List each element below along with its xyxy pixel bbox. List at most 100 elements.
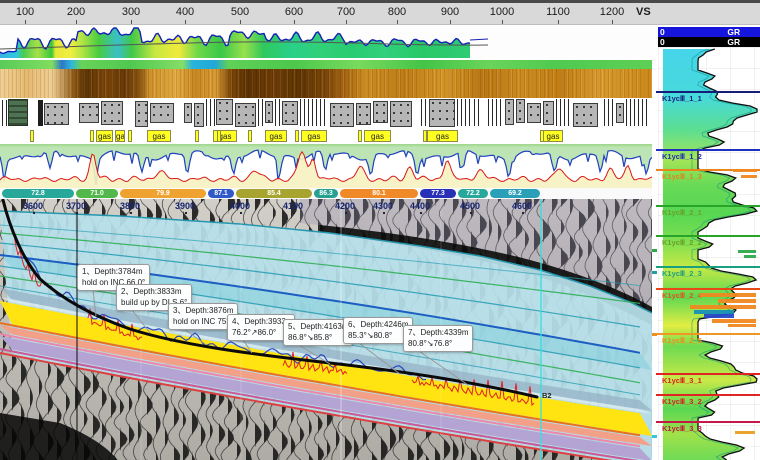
gas-tick [128,130,132,142]
gr-scale-min: 0 [660,27,665,37]
interval-segment: 71.0 [76,189,118,198]
formation-top-line [656,205,760,207]
panel-value-bar [733,169,757,172]
panel-value-bar [728,324,756,327]
lith-block-sand [150,103,174,123]
lith-column [206,99,215,126]
lith-column [626,99,648,126]
interval-segment: 77.3 [420,189,456,198]
interval-segment: 86.3 [314,189,338,198]
annotation-line1: 1、Depth:3784m [82,267,145,278]
lith-column [474,99,480,126]
gas-label: gas [265,130,287,142]
gas-tick [90,130,94,142]
formation-top-label: K1ycⅢ_2_3 [662,269,702,278]
well-correlation-app: VS 1002003004005006007008009001000110012… [0,0,760,460]
color-band-track [0,60,652,69]
annotation-line1: 7、Depth:4339m [408,328,468,339]
interval-segment: 72.2 [458,189,488,198]
lith-block-sand [184,103,192,123]
seismic-section-view[interactable]: 3500360037003800390040004100420043004400… [0,199,652,460]
lith-block-sand [573,103,598,127]
gas-tick [248,130,252,142]
lith-block-green [8,99,28,126]
seismic-depth-tick [345,212,347,214]
seismic-depth-label: 4200 [335,201,355,211]
ruler-tick: 1100 [546,6,570,18]
lith-block-sand [543,101,554,125]
seismic-depth-tick [130,212,132,214]
type-well-panel[interactable]: 0 GR 0 GR K1ycⅢ_1_1K1ycⅢ_1_2K1ycⅢ_1_3K1y… [652,25,760,460]
seismic-depth-label: 3900 [175,201,195,211]
gutter-tick [652,271,657,274]
formation-top-label: K1ycⅢ_1_2 [662,152,702,161]
ruler-tick-mark [240,20,241,24]
annotation-line2: hold on INC 75° [173,317,233,328]
interval-value-bar[interactable]: 72.871.079.987.185.486.380.177.372.269.2 [0,188,652,199]
seismic-depth-label: 4400 [410,201,430,211]
seismic-depth-label: 4300 [373,201,393,211]
panel-value-bar [735,431,755,434]
vs-ruler[interactable]: VS 1002003004005006007008009001000110012… [0,3,760,25]
annotation-line2: 80.8°↘76.8° [408,339,468,350]
formation-top-line [656,373,760,375]
formation-top-line [656,91,760,93]
ruler-tick-mark [346,20,347,24]
lith-column [275,99,281,126]
ruler-tick: 700 [337,6,355,18]
seismic-depth-label: 4000 [230,201,250,211]
ruler-tick: 900 [441,6,459,18]
ruler-tick: 800 [388,6,406,18]
gas-show-track[interactable]: gasgasgasgasgasgasgasgasgas [0,128,652,145]
lith-block-sand [616,103,624,123]
interval-segment: 72.8 [2,189,74,198]
gas-tick [295,130,299,142]
seismic-depth-tick [185,212,187,214]
ruler-tick: 1200 [600,6,624,18]
gas-label: gas [543,130,563,142]
curves-track-svg [0,147,652,188]
ruler-tick: 200 [67,6,85,18]
gr-header-black[interactable]: 0 GR [658,37,760,47]
lith-column-dark [38,100,43,126]
ruler-tick: 400 [176,6,194,18]
annotation-line2: 76.2°↗86.0° [232,328,290,339]
seismic-depth-tick [383,212,385,214]
ruler-tick-mark [612,20,613,24]
annotation-line2: 85.3°↘80.8° [348,331,408,342]
ruler-tick-mark [397,20,398,24]
lith-block-sand [44,103,69,125]
annotation-line1: 3、Depth:3876m [173,306,233,317]
formation-top-line [656,149,760,151]
gas-label: gas [364,130,391,142]
panel-value-bar [712,319,756,323]
formation-top-line [656,288,760,290]
ruler-tick-mark [76,20,77,24]
lith-column [300,99,325,126]
gr-header-blue[interactable]: 0 GR [658,27,760,37]
seismic-depth-label: 3700 [66,201,86,211]
lith-column [2,100,7,126]
seismic-depth-tick [293,212,295,214]
ruler-tick-mark [558,20,559,24]
lith-column [457,99,473,126]
formation-top-label: K1ycⅢ_3_2 [662,397,702,406]
interval-segment: 69.2 [490,189,540,198]
lith-column [604,99,615,126]
lithology-track[interactable] [0,98,652,128]
formation-top-label: K1ycⅢ_2_5 [662,336,702,345]
annotation-line1: 5、Depth:4163m [288,322,348,333]
formation-top-label: K1ycⅢ_3_1 [662,376,702,385]
panel-value-bar [700,293,756,297]
gr-curve-track[interactable] [0,25,652,60]
log-curves-track[interactable] [0,147,652,188]
lith-block-sand [282,101,298,125]
seismic-depth-tick [240,212,242,214]
gas-tick [217,130,221,142]
gutter-tick [652,249,657,252]
ruler-tick: 600 [285,6,303,18]
lith-block-sand [373,101,388,123]
lith-block-sand [527,103,541,123]
ruler-tick-mark [131,20,132,24]
lith-block-sand [390,101,412,127]
